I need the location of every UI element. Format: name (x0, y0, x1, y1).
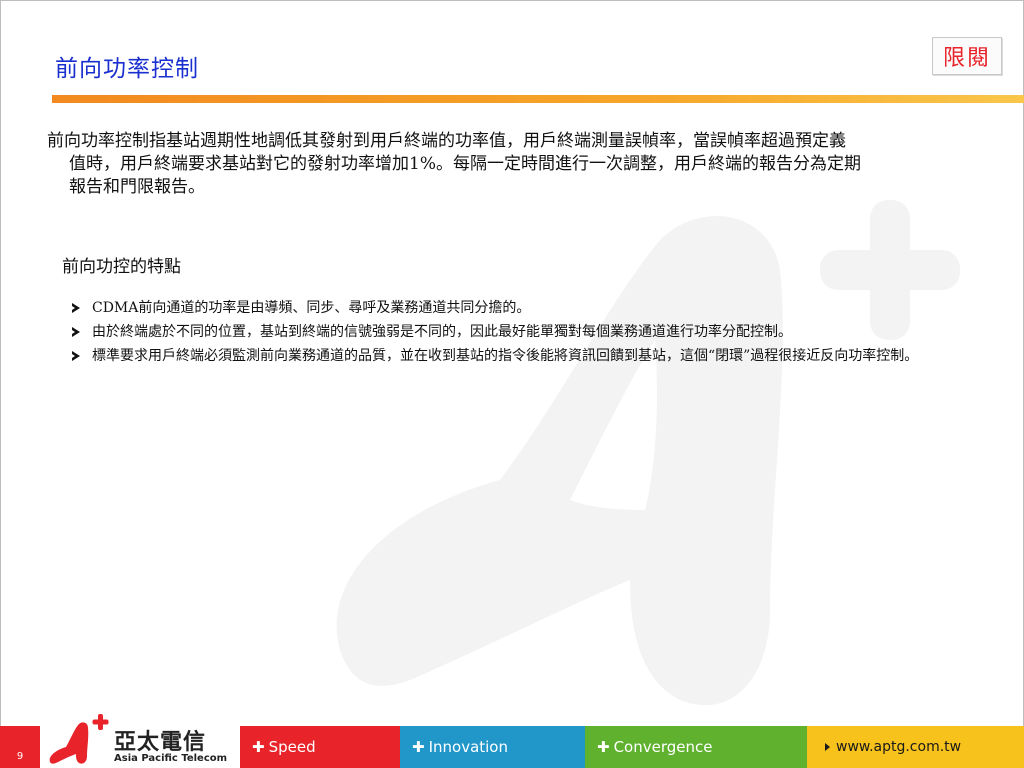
intro-paragraph: 前向功率控制指基站週期性地調低其發射到用戶終端的功率值，用戶終端測量誤幀率，當誤… (47, 130, 997, 199)
arrow-bullet-icon (72, 351, 80, 361)
plus-icon: ✚ (412, 738, 425, 756)
footer-convergence-segment: ✚ Convergence (585, 726, 807, 768)
arrow-bullet-icon (72, 327, 80, 337)
logo-chinese-name: 亞太電信 (114, 730, 207, 755)
bullet-item: 標準要求用戶終端必須監測前向業務通道的品質，並在收到基站的指令後能將資訊回饋到基… (72, 346, 1002, 366)
a-plus-logo-icon (49, 714, 109, 764)
page-number: 9 (16, 751, 24, 762)
footer-website-segment[interactable]: www.aptg.com.tw (807, 726, 1024, 768)
slide-title: 前向功率控制 (55, 56, 199, 82)
bullet-item: 由於終端處於不同的位置，基站到終端的信號強弱是不同的，因此最好能單獨對每個業務通… (72, 322, 1002, 342)
arrow-bullet-icon (72, 303, 80, 313)
restricted-badge: 限閱 (932, 37, 1002, 75)
restricted-badge-label: 限閱 (942, 46, 991, 71)
intro-line: 報告和門限報告。 (69, 177, 205, 197)
page-number-box: 9 (0, 726, 40, 768)
footer-speed-label: Speed (268, 738, 316, 756)
plus-icon: ✚ (252, 738, 265, 756)
bullet-item: CDMA前向通道的功率是由導頻、同步、尋呼及業務通道共同分擔的。 (72, 298, 1002, 318)
footer-bar: 9 亞太電信 Asia Pacific Telecom ✚ Speed ✚ In… (0, 712, 1024, 768)
bullet-text: 標準要求用戶終端必須監測前向業務通道的品質，並在收到基站的指令後能將資訊回饋到基… (92, 348, 919, 364)
plus-icon: ✚ (597, 738, 610, 756)
footer-convergence-label: Convergence (613, 738, 713, 756)
footer-speed-segment: ✚ Speed (240, 726, 400, 768)
footer-website-link[interactable]: www.aptg.com.tw (836, 739, 961, 755)
triangle-bullet-icon (825, 743, 830, 751)
title-underline-rule (52, 95, 1024, 103)
watermark-a-plus-logo (336, 200, 960, 706)
intro-line: 前向功率控制指基站週期性地調低其發射到用戶終端的功率值，用戶終端測量誤幀率，當誤… (47, 131, 846, 151)
footer-innovation-segment: ✚ Innovation (400, 726, 585, 768)
features-heading: 前向功控的特點 (62, 257, 181, 277)
bullet-text: CDMA前向通道的功率是由導頻、同步、尋呼及業務通道共同分擔的。 (92, 300, 531, 316)
intro-line: 值時，用戶終端要求基站對它的發射功率增加1%。每隔一定時間進行一次調整，用戶終端… (69, 154, 861, 174)
features-bullet-list: CDMA前向通道的功率是由導頻、同步、尋呼及業務通道共同分擔的。 由於終端處於不… (72, 298, 1002, 370)
footer-innovation-label: Innovation (428, 738, 508, 756)
logo-english-name: Asia Pacific Telecom (114, 753, 228, 764)
bullet-text: 由於終端處於不同的位置，基站到終端的信號強弱是不同的，因此最好能單獨對每個業務通… (92, 324, 792, 340)
aptg-logo: 亞太電信 Asia Pacific Telecom (40, 712, 240, 768)
